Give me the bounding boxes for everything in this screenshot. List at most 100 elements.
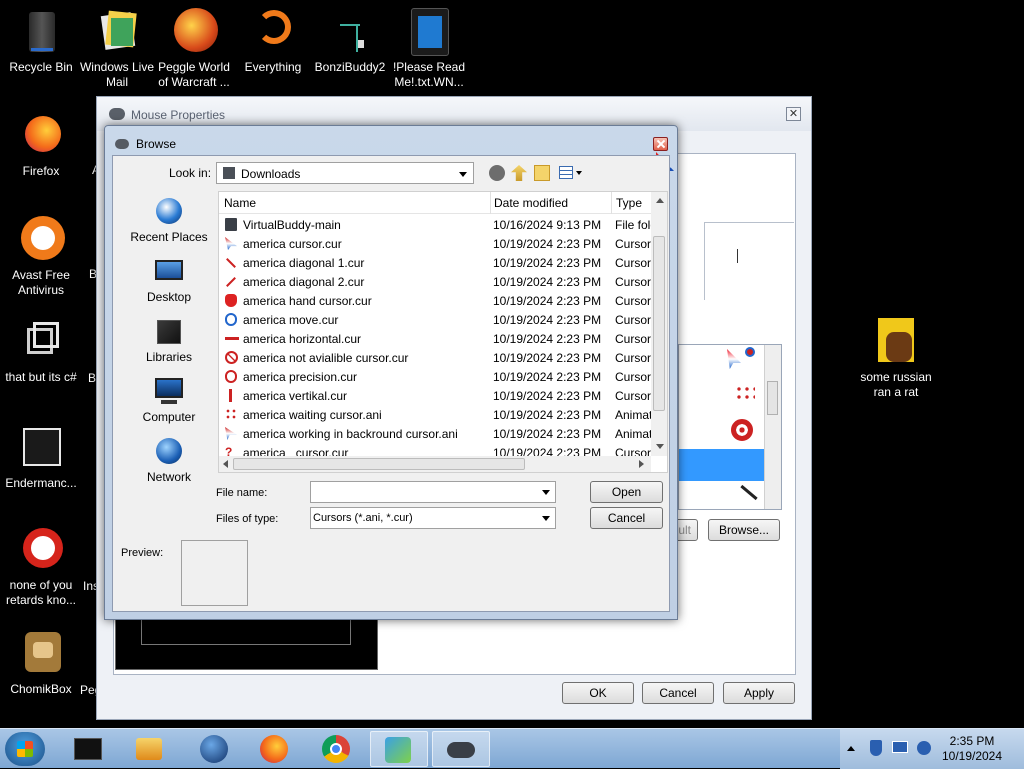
- show-hidden-icons-chevron[interactable]: [847, 746, 855, 751]
- file-row[interactable]: VirtualBuddy-main 10/16/2024 9:13 PM Fil…: [219, 215, 651, 234]
- mouse-icon: [115, 139, 129, 149]
- cursor-preview-area: [115, 618, 378, 670]
- desktop-icon-chomikbox[interactable]: ChomikBox: [0, 630, 82, 697]
- new-folder-button[interactable]: [534, 165, 550, 181]
- program-icon: [872, 318, 920, 366]
- red-logo-icon: [17, 526, 65, 574]
- recent-places-icon: [153, 198, 185, 226]
- desktop-icon-label: some russian ran a rat: [860, 370, 932, 399]
- look-in-dropdown[interactable]: Downloads: [216, 162, 474, 184]
- desktop-icon-label: Recycle Bin: [9, 60, 73, 74]
- close-button[interactable]: ✕: [786, 107, 801, 121]
- scroll-thumb[interactable]: [767, 381, 778, 415]
- file-date: 10/19/2024 2:23 PM: [493, 256, 602, 270]
- file-row[interactable]: america working in backround cursor.ani …: [219, 424, 651, 443]
- file-row[interactable]: america diagonal 2.cur 10/19/2024 2:23 P…: [219, 272, 651, 291]
- ok-button[interactable]: OK: [562, 682, 634, 704]
- taskbar-mouse-properties[interactable]: [432, 731, 490, 767]
- file-row[interactable]: america precision.cur 10/19/2024 2:23 PM…: [219, 367, 651, 386]
- file-row[interactable]: america cursor.cur 10/19/2024 2:23 PM Cu…: [219, 234, 651, 253]
- horizontal-scrollbar[interactable]: [219, 456, 651, 472]
- desktop-icon-firefox[interactable]: Firefox: [0, 112, 82, 179]
- start-button[interactable]: [5, 732, 45, 766]
- file-row[interactable]: america move.cur 10/19/2024 2:23 PM Curs…: [219, 310, 651, 329]
- back-button[interactable]: [489, 165, 505, 181]
- system-clock[interactable]: 2:35 PM 10/19/2024: [932, 734, 1012, 764]
- close-button[interactable]: [653, 137, 668, 151]
- control-panel-icon: [385, 737, 411, 763]
- file-row[interactable]: america waiting cursor.ani 10/19/2024 2:…: [219, 405, 651, 424]
- file-row[interactable]: america not avialible cursor.cur 10/19/2…: [219, 348, 651, 367]
- column-header-date[interactable]: Date modified: [494, 196, 568, 210]
- desktop-icon-none-of-you[interactable]: none of you retards kno...: [0, 526, 82, 608]
- desktop-icon-windows-live-mail[interactable]: Windows Live Mail: [76, 8, 158, 90]
- scroll-thumb[interactable]: [233, 458, 525, 470]
- desktop-icon-everything[interactable]: Everything: [232, 8, 314, 75]
- taskbar-control-panel[interactable]: [370, 731, 428, 767]
- mouse-icon: [447, 742, 475, 758]
- desktop-icon-bonzibuddy[interactable]: BonziBuddy2: [309, 8, 391, 75]
- file-list-header: Name Date modified Type: [219, 192, 667, 214]
- file-name: america diagonal 1.cur: [243, 256, 365, 270]
- files-of-type-select[interactable]: Cursors (*.ani, *.cur): [310, 507, 556, 529]
- file-row[interactable]: america diagonal 1.cur 10/19/2024 2:23 P…: [219, 253, 651, 272]
- browse-cursor-button[interactable]: Browse...: [708, 519, 780, 541]
- horizontal-cursor-icon: [225, 337, 239, 340]
- up-folder-button[interactable]: [511, 165, 527, 181]
- taskbar-explorer[interactable]: [62, 731, 120, 767]
- desktop-icon-that-but-its-csharp[interactable]: that but its c#: [0, 318, 82, 385]
- file-type: Cursor: [615, 370, 651, 384]
- peggle-icon: [170, 8, 218, 56]
- vertical-scrollbar[interactable]: [651, 192, 667, 456]
- file-row[interactable]: america horizontal.cur 10/19/2024 2:23 P…: [219, 329, 651, 348]
- taskbar-media-player[interactable]: [122, 731, 180, 767]
- apply-button[interactable]: Apply: [723, 682, 795, 704]
- selected-cursor-row[interactable]: [679, 449, 765, 481]
- scroll-thumb[interactable]: [653, 236, 665, 411]
- open-button[interactable]: Open: [590, 481, 663, 503]
- cancel-button[interactable]: Cancel: [590, 507, 663, 529]
- desktop-icon-please-read-me[interactable]: !Please Read Me!.txt.WN...: [388, 8, 470, 90]
- file-list[interactable]: Name Date modified Type VirtualBuddy-mai…: [218, 191, 668, 473]
- place-network[interactable]: Network: [121, 438, 217, 484]
- scroll-down-icon: [656, 444, 664, 449]
- scroll-right-icon: [639, 460, 644, 468]
- file-type: Cursor: [615, 275, 651, 289]
- taskbar-chrome[interactable]: [310, 731, 368, 767]
- column-header-name[interactable]: Name: [224, 196, 256, 210]
- place-computer[interactable]: Computer: [121, 378, 217, 424]
- place-libraries[interactable]: Libraries: [121, 318, 217, 364]
- file-row[interactable]: america hand cursor.cur 10/19/2024 2:23 …: [219, 291, 651, 310]
- desktop-icon-endermanch[interactable]: Endermanc...: [0, 424, 82, 491]
- file-date: 10/19/2024 2:23 PM: [493, 332, 602, 346]
- globe-icon: [200, 735, 228, 763]
- taskbar-app[interactable]: [188, 731, 246, 767]
- desktop-icon-some-russian[interactable]: some russian ran a rat: [855, 318, 937, 400]
- file-name: america hand cursor.cur: [243, 294, 372, 308]
- desktop-icon-peggle[interactable]: Peggle World of Warcraft ...: [153, 8, 235, 90]
- volume-icon[interactable]: [917, 741, 931, 755]
- network-icon[interactable]: [892, 741, 908, 753]
- partial-label: B: [88, 371, 97, 385]
- cancel-button[interactable]: Cancel: [642, 682, 714, 704]
- desktop-icon-avast[interactable]: Avast Free Antivirus: [0, 216, 82, 298]
- window-title: Mouse Properties: [131, 108, 226, 122]
- file-date: 10/19/2024 2:23 PM: [493, 237, 602, 251]
- browse-dialog: Browse Look in: Downloads Recent Places …: [104, 125, 678, 620]
- diagonal-cursor-icon: [226, 258, 236, 268]
- vertical-scrollbar[interactable]: [764, 345, 781, 509]
- cursor-customize-list[interactable]: [678, 344, 782, 510]
- app-window-icon: [17, 424, 65, 472]
- file-name: america working in backround cursor.ani: [243, 427, 458, 441]
- place-desktop[interactable]: Desktop: [121, 258, 217, 304]
- place-recent-places[interactable]: Recent Places: [121, 198, 217, 244]
- file-name-input[interactable]: [310, 481, 556, 503]
- shield-icon[interactable]: [870, 740, 882, 756]
- column-header-type[interactable]: Type: [616, 196, 642, 210]
- file-row[interactable]: america vertikal.cur 10/19/2024 2:23 PM …: [219, 386, 651, 405]
- file-date: 10/19/2024 2:23 PM: [493, 389, 602, 403]
- view-menu-button[interactable]: [559, 165, 585, 181]
- folder-icon: [225, 218, 237, 231]
- desktop-icon-recycle-bin[interactable]: Recycle Bin: [0, 8, 82, 75]
- taskbar-firefox[interactable]: [248, 731, 306, 767]
